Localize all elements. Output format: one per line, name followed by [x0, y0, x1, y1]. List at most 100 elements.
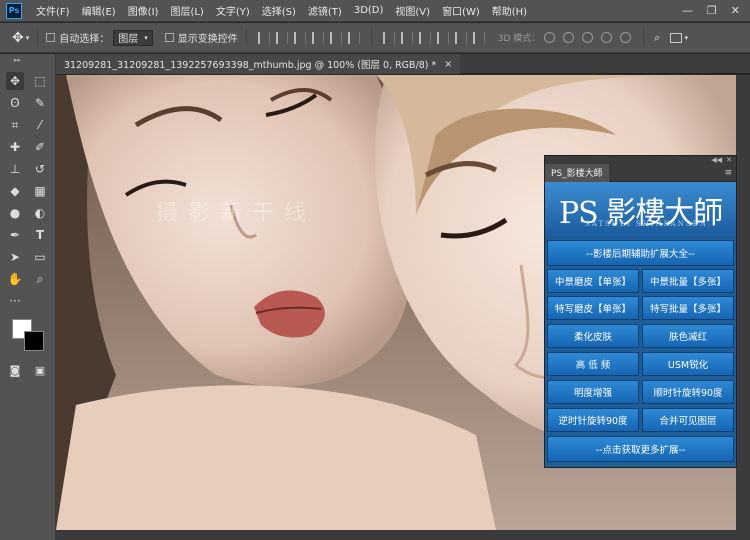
usm-sharpen-button[interactable]: USM锐化 — [642, 352, 734, 376]
clone-stamp-icon[interactable]: ⊥ — [6, 160, 24, 178]
collapse-toolbar-icon[interactable]: ▸▸ — [14, 56, 21, 64]
move-icon[interactable]: ✥ — [6, 72, 24, 90]
distribute-hcenter-icon[interactable] — [454, 31, 467, 44]
orbit-3d-icon[interactable] — [544, 32, 556, 43]
horizontal-scrollbar[interactable] — [56, 530, 750, 540]
crop-icon[interactable]: ⌗ — [6, 116, 24, 134]
screen-mode-icon[interactable]: ▣ — [31, 362, 49, 380]
chevron-down-icon[interactable]: ▾ — [684, 34, 688, 42]
menu-view[interactable]: 视图(V) — [389, 3, 436, 18]
closeup-skin-single-button[interactable]: 特写磨皮【单张】 — [547, 296, 639, 320]
marquee-icon[interactable]: ⬚ — [31, 72, 49, 90]
quick-select-icon[interactable]: ✎ — [31, 94, 49, 112]
drag-3d-icon[interactable] — [582, 32, 594, 43]
3d-mode-label: 3D 模式： — [497, 34, 541, 44]
close-panel-icon[interactable]: ✕ — [726, 156, 732, 164]
menu-file[interactable]: 文件(F) — [30, 3, 76, 18]
menu-layer[interactable]: 图层(L) — [164, 3, 209, 18]
color-swatches-icon[interactable] — [10, 319, 46, 355]
lasso-icon[interactable]: ʘ — [6, 94, 24, 112]
panel-tab-row: PS_影楼大師 ≡ — [545, 163, 736, 182]
menu-image[interactable]: 图像(I) — [122, 3, 165, 18]
slide-3d-icon[interactable] — [601, 32, 613, 43]
dodge-icon[interactable]: ◐ — [31, 204, 49, 222]
restore-button[interactable]: ❐ — [707, 4, 717, 17]
distribute-bottom-icon[interactable] — [418, 31, 431, 44]
type-icon[interactable]: T — [31, 226, 49, 244]
chevron-down-icon: ▾ — [144, 33, 148, 42]
zoom-icon[interactable]: ⌕ — [31, 270, 49, 288]
merge-visible-button[interactable]: 合并可见图层 — [642, 408, 734, 432]
align-hcenter-icon[interactable] — [329, 31, 342, 44]
extensions-list-button[interactable]: --影楼后期辅助扩展大全-- — [547, 240, 734, 266]
rotate-ccw-button[interactable]: 逆时针旋转90度 — [547, 408, 639, 432]
medium-skin-single-button[interactable]: 中景磨皮【单张】 — [547, 269, 639, 293]
medium-batch-button[interactable]: 中景批量【多张】 — [642, 269, 734, 293]
quick-mask-icon[interactable]: ◙ — [6, 362, 24, 380]
panel-tab[interactable]: PS_影楼大師 — [545, 163, 609, 182]
align-bottom-icon[interactable] — [293, 31, 306, 44]
banner-subtitle: SATSUEI SHINKANSEN — [585, 220, 708, 228]
show-transform-option[interactable]: 显示变换控件 — [164, 30, 238, 45]
panel-menu-icon[interactable]: ≡ — [724, 168, 732, 178]
distribute-left-icon[interactable] — [436, 31, 449, 44]
document-tab[interactable]: 31209281_31209281_1392257693398_mthumb.j… — [56, 54, 461, 74]
align-right-icon[interactable] — [347, 31, 360, 44]
get-more-extensions-button[interactable]: --点击获取更多扩展-- — [547, 436, 734, 462]
distribute-top-icon[interactable] — [382, 31, 395, 44]
menu-window[interactable]: 窗口(W) — [436, 3, 486, 18]
brush-icon[interactable]: ✐ — [31, 138, 49, 156]
vertical-scrollbar[interactable] — [736, 75, 750, 530]
luminance-boost-button[interactable]: 明度增强 — [547, 380, 639, 404]
extension-body: PS 影樓大師 SATSUEI SHINKANSEN --影楼后期辅助扩展大全-… — [545, 182, 736, 467]
search-icon[interactable]: ⌕ — [654, 31, 660, 45]
photoshop-logo: Ps — [6, 2, 22, 19]
collapse-panel-icon[interactable]: ◀◀ — [711, 156, 722, 164]
align-top-icon[interactable] — [257, 31, 270, 44]
menu-type[interactable]: 文字(Y) — [210, 3, 256, 18]
menu-help[interactable]: 帮助(H) — [486, 3, 533, 18]
auto-select-value: 图层 — [118, 34, 139, 45]
rectangle-shape-icon[interactable]: ▭ — [31, 248, 49, 266]
show-transform-checkbox[interactable] — [164, 33, 174, 42]
distribute-right-icon[interactable] — [472, 31, 485, 44]
divider — [37, 28, 39, 47]
eyedropper-icon[interactable]: ⁄ — [31, 116, 49, 134]
pen-icon[interactable]: ✒ — [6, 226, 24, 244]
menu-filter[interactable]: 滤镜(T) — [302, 3, 348, 18]
chevron-down-icon[interactable]: ▾ — [26, 34, 30, 42]
auto-select-checkbox[interactable] — [46, 33, 56, 42]
rotate-cw-button[interactable]: 顺时针旋转90度 — [642, 380, 734, 404]
window-controls: — ❐ ✕ — [682, 4, 750, 17]
minimize-button[interactable]: — — [682, 4, 693, 17]
healing-brush-icon[interactable]: ✚ — [6, 138, 24, 156]
closeup-batch-button[interactable]: 特写批量【多张】 — [642, 296, 734, 320]
close-tab-icon[interactable]: × — [444, 59, 452, 70]
menu-edit[interactable]: 编辑(E) — [76, 3, 122, 18]
hand-icon[interactable]: ✋ — [6, 270, 24, 288]
path-select-icon[interactable]: ➤ — [6, 248, 24, 266]
auto-select-dropdown[interactable]: 图层 ▾ — [113, 29, 153, 46]
roll-3d-icon[interactable] — [563, 32, 575, 43]
auto-select-option[interactable]: 自动选择： — [46, 30, 109, 45]
workspace-icon[interactable] — [670, 32, 683, 43]
eraser-icon[interactable]: ◆ — [6, 182, 24, 200]
align-left-icon[interactable] — [311, 31, 324, 44]
move-tool-preset-icon[interactable]: ✥ — [12, 30, 24, 46]
more-tools-icon[interactable]: ··· — [6, 292, 24, 310]
close-button[interactable]: ✕ — [731, 4, 740, 17]
document-title: 31209281_31209281_1392257693398_mthumb.j… — [64, 60, 437, 71]
scale-3d-icon[interactable] — [620, 32, 632, 43]
menu-select[interactable]: 选择(S) — [256, 3, 302, 18]
frequency-separation-button[interactable]: 高 低 频 — [547, 352, 639, 376]
blur-icon[interactable]: ● — [6, 204, 24, 222]
history-brush-icon[interactable]: ↺ — [31, 160, 49, 178]
gradient-icon[interactable]: ▦ — [31, 182, 49, 200]
panel-tab-label: PS_影楼大師 — [551, 169, 603, 179]
align-vcenter-icon[interactable] — [275, 31, 288, 44]
soften-skin-button[interactable]: 柔化皮肤 — [547, 324, 639, 348]
menu-3d[interactable]: 3D(D) — [348, 5, 390, 16]
reduce-redness-button[interactable]: 肤色减红 — [642, 324, 734, 348]
distribute-vcenter-icon[interactable] — [400, 31, 413, 44]
extension-panel: ◀◀ ✕ PS_影楼大師 ≡ PS 影樓大師 SATSUEI SHINKANSE… — [544, 155, 737, 468]
